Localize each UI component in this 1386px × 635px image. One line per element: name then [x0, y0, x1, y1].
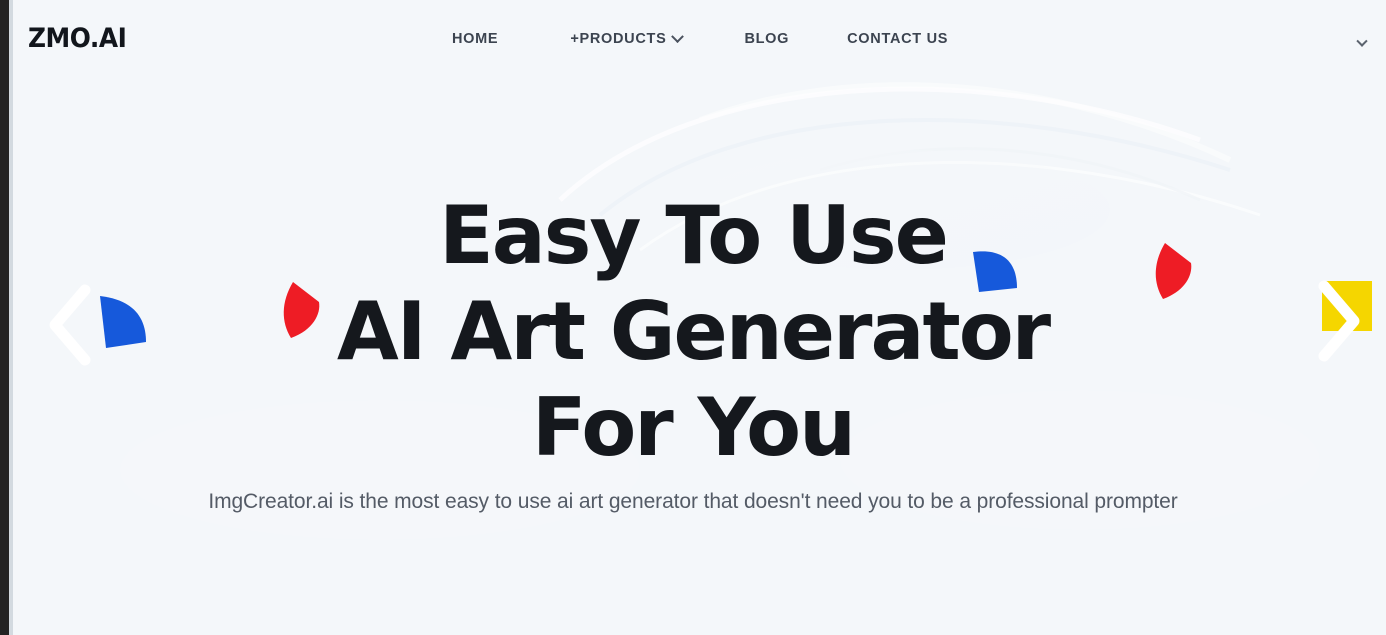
- site-header: ZMO.AI HOME +PRODUCTS BLOG CONTACT US: [0, 0, 1386, 84]
- header-dropdown-toggle[interactable]: [1352, 34, 1372, 54]
- nav-item-label: CONTACT US: [847, 31, 949, 47]
- page-root: ZMO.AI HOME +PRODUCTS BLOG CONTACT US Ea…: [0, 0, 1386, 635]
- nav-item-label: BLOG: [744, 31, 790, 47]
- hero-section: Easy To Use AI Art Generator For You Img…: [0, 84, 1386, 635]
- nav-item-label: HOME: [452, 31, 499, 47]
- hero-title-line-1: Easy To Use: [439, 189, 949, 282]
- nav-item-label: +PRODUCTS: [570, 31, 667, 47]
- chevron-right-icon: [1318, 280, 1360, 362]
- hero-title-line-2: AI Art Generator: [336, 285, 1051, 378]
- viewport-edge-shadow: [9, 0, 13, 635]
- nav-item-blog[interactable]: BLOG: [744, 31, 789, 47]
- chevron-down-icon: [671, 29, 685, 43]
- main-navigation: HOME +PRODUCTS BLOG CONTACT US: [452, 29, 948, 47]
- hero-title-line-3: For You: [531, 381, 856, 474]
- brand-logo[interactable]: ZMO.AI: [28, 23, 127, 54]
- nav-item-products[interactable]: +PRODUCTS: [570, 29, 685, 47]
- viewport-edge-strip: [0, 0, 9, 635]
- hero-subtitle: ImgCreator.ai is the most easy to use ai…: [208, 490, 1178, 513]
- chevron-down-icon: [1356, 35, 1368, 47]
- nav-item-contact-us[interactable]: CONTACT US: [847, 31, 948, 47]
- nav-item-home[interactable]: HOME: [452, 31, 498, 47]
- page-title: Easy To Use AI Art Generator For You: [0, 188, 1386, 476]
- carousel-next-button[interactable]: [1308, 278, 1364, 364]
- carousel-prev-button[interactable]: [45, 282, 101, 368]
- chevron-left-icon: [49, 284, 91, 366]
